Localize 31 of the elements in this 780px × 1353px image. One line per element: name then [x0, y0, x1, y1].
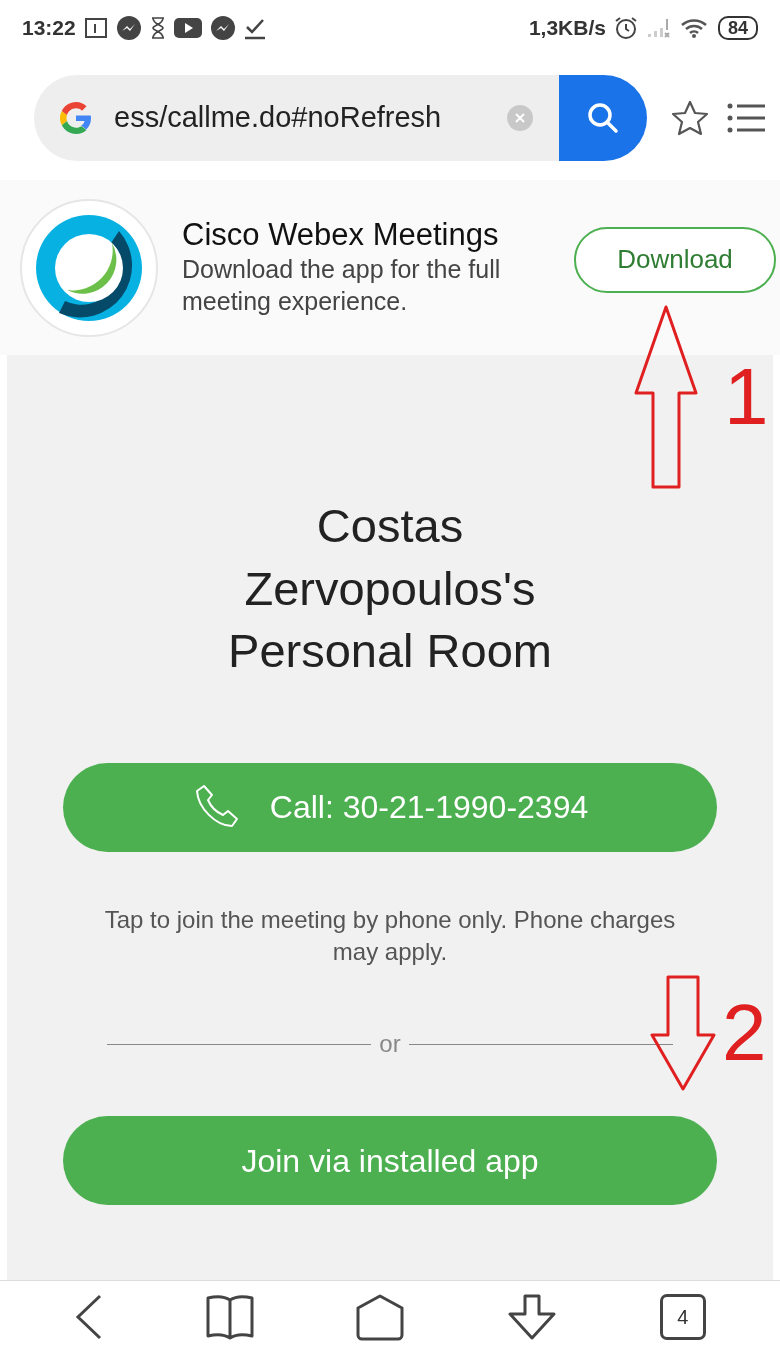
battery-level-text: 84: [717, 15, 758, 40]
annotation-number: 2: [722, 993, 767, 1073]
divider-text: or: [379, 1029, 401, 1060]
webex-logo-icon: [34, 212, 144, 323]
calendar-icon: [83, 16, 108, 39]
star-icon[interactable]: [671, 100, 709, 136]
bookmarks-book-icon[interactable]: [204, 1294, 255, 1340]
tabs-button[interactable]: 4: [659, 1294, 706, 1340]
app-name: Cisco Webex Meetings: [182, 217, 500, 253]
call-button[interactable]: Call: 30-21-1990-2394: [63, 762, 717, 852]
annotation-number: 1: [724, 357, 769, 437]
google-logo-icon: [58, 100, 94, 136]
address-field[interactable]: ess/callme.do#noRefresh: [34, 75, 559, 161]
home-icon[interactable]: [354, 1293, 405, 1341]
call-note: Tap to join the meeting by phone only. Phone charges may apply.: [103, 904, 677, 967]
menu-icon[interactable]: [727, 102, 765, 134]
url-text: ess/callme.do#noRefresh: [114, 100, 443, 136]
search-button[interactable]: [559, 75, 647, 161]
download-button[interactable]: Download: [574, 226, 776, 293]
clock-text: 13:22: [22, 14, 76, 41]
search-icon: [586, 101, 620, 135]
messenger-icon: [209, 14, 236, 41]
network-speed-text: 1,3KB/s: [528, 14, 606, 41]
join-app-button[interactable]: Join via installed app: [63, 1116, 717, 1206]
alarm-clock-icon: [613, 15, 638, 40]
app-description: Download the app for the full meeting experience.: [182, 253, 502, 318]
meeting-title: Costas Zervopoulos's Personal Room: [227, 498, 553, 679]
messenger-icon: [115, 14, 142, 41]
signal-icon: [645, 16, 672, 39]
hourglass-icon: [149, 16, 166, 39]
video-play-icon: [173, 17, 202, 38]
